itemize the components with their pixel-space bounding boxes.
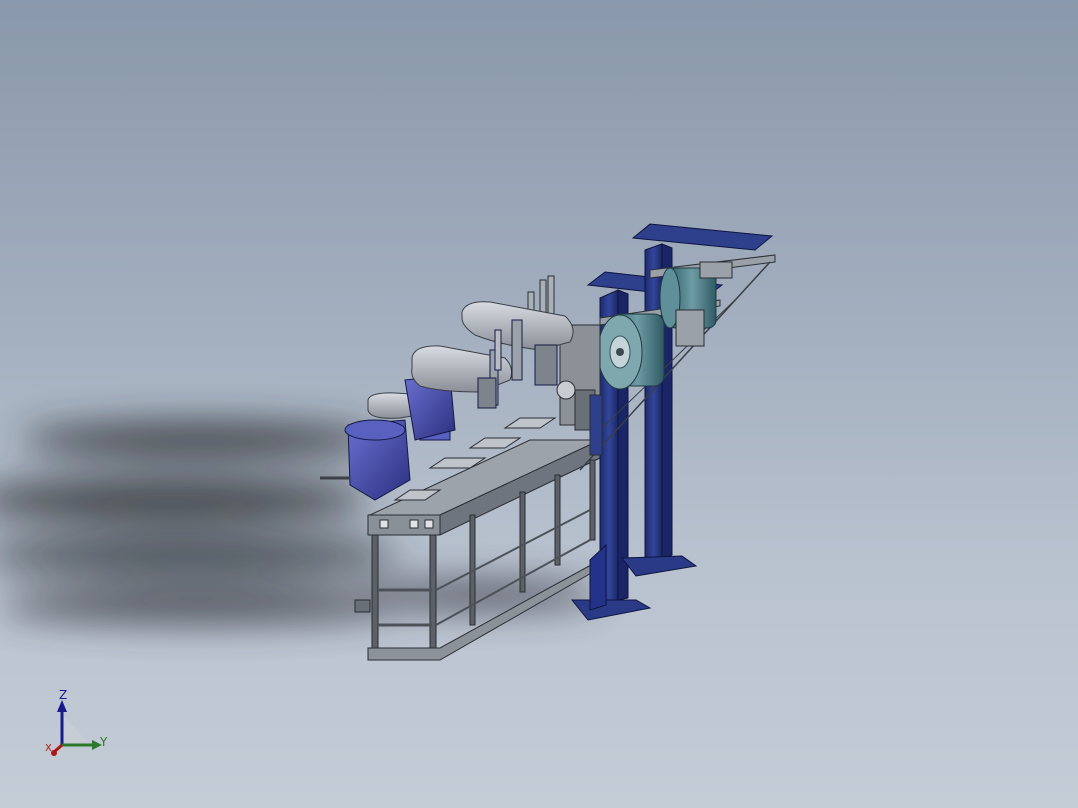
z-axis-label: Z — [59, 688, 68, 702]
graphics-viewport[interactable]: Z Y X — [0, 0, 1078, 808]
assembly-model[interactable] — [0, 0, 1078, 808]
x-axis-label: X — [45, 743, 52, 754]
y-axis-label: Y — [100, 735, 108, 749]
film-roll-front[interactable] — [597, 313, 665, 390]
triad-labels: Z Y X — [36, 686, 126, 766]
